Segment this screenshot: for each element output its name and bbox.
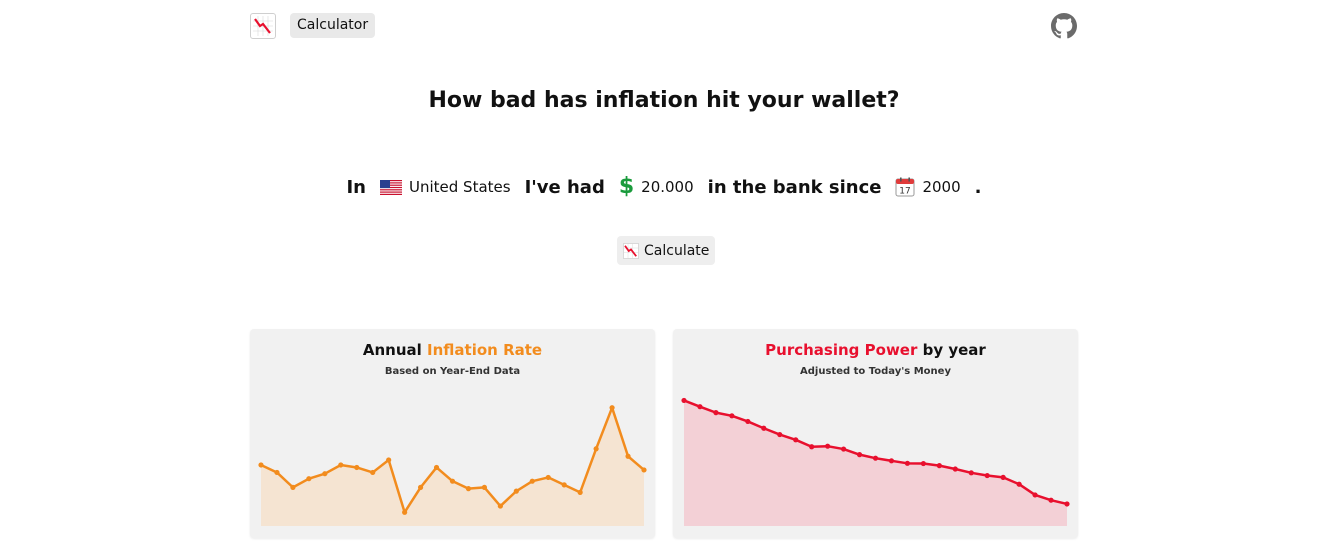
- inflation-point-2016[interactable]: [513, 488, 519, 494]
- inflation-point-2002[interactable]: [290, 484, 296, 490]
- inflation-point-2007[interactable]: [370, 469, 376, 476]
- purchasing-point-2024[interactable]: [1064, 501, 1070, 507]
- dollar-icon: $: [618, 174, 635, 199]
- inflation-point-2010[interactable]: [417, 484, 424, 490]
- purchasing-power-chart: [681, 397, 1070, 526]
- purchasing-point-2012[interactable]: [872, 455, 879, 461]
- purchasing-point-2005[interactable]: [761, 425, 767, 431]
- purchasing-point-2006[interactable]: [777, 431, 783, 438]
- us-flag-icon: [380, 179, 402, 195]
- chart-decreasing-icon: [623, 242, 639, 259]
- logo-button[interactable]: [250, 13, 276, 39]
- calculate-button[interactable]: Calculate: [617, 236, 716, 265]
- inflation-rate-card: Annual Inflation Rate Based on Year-End …: [250, 329, 655, 538]
- purchasing-point-2013[interactable]: [888, 458, 895, 464]
- inflation-point-2023[interactable]: [625, 453, 631, 459]
- sentence-bank-since: in the bank since: [707, 176, 882, 198]
- purchasing-point-2003[interactable]: [729, 413, 735, 419]
- chart-decreasing-icon: [253, 16, 273, 36]
- purchasing-point-2009[interactable]: [825, 443, 831, 449]
- purchasing-power-card: Purchasing Power by year Adjusted to Tod…: [673, 329, 1078, 538]
- purchasing-point-2016[interactable]: [936, 463, 942, 469]
- sentence-period: .: [974, 176, 982, 198]
- purchasing-point-2019[interactable]: [984, 472, 990, 479]
- inflation-point-2011[interactable]: [433, 464, 440, 471]
- purchasing-point-2022[interactable]: [1032, 492, 1038, 498]
- inflation-point-2013[interactable]: [465, 486, 472, 492]
- inflation-point-2004[interactable]: [322, 471, 328, 477]
- country-select[interactable]: United States: [372, 173, 519, 201]
- purchasing-point-2014[interactable]: [904, 460, 911, 466]
- inflation-point-2000[interactable]: [258, 462, 264, 468]
- sentence-in: In: [346, 176, 366, 198]
- github-link[interactable]: [1051, 13, 1077, 39]
- inflation-point-2005[interactable]: [338, 462, 344, 468]
- inflation-point-2003[interactable]: [306, 476, 312, 482]
- inflation-point-2018[interactable]: [545, 474, 551, 481]
- inflation-point-2012[interactable]: [449, 478, 456, 484]
- year-select[interactable]: 17 2000: [887, 173, 968, 201]
- inflation-point-2006[interactable]: [354, 464, 360, 471]
- purchasing-point-2010[interactable]: [840, 446, 847, 452]
- purchasing-point-2004[interactable]: [745, 418, 751, 425]
- country-value: United States: [409, 178, 511, 196]
- page-title: How bad has inflation hit your wallet?: [428, 88, 900, 113]
- inflation-point-2021[interactable]: [593, 446, 599, 452]
- calendar-icon: 17: [895, 177, 915, 197]
- purchasing-point-2023[interactable]: [1048, 497, 1054, 503]
- purchasing-point-2002[interactable]: [713, 410, 719, 416]
- inflation-point-2022[interactable]: [609, 405, 615, 411]
- purchasing-point-2000[interactable]: [681, 397, 687, 404]
- calculate-label: Calculate: [644, 242, 710, 259]
- year-value: 2000: [922, 178, 961, 196]
- inflation-point-2009[interactable]: [402, 509, 408, 515]
- inflation-point-2020[interactable]: [577, 489, 583, 495]
- inflation-point-2017[interactable]: [529, 478, 535, 484]
- purchasing-point-2001[interactable]: [697, 404, 703, 410]
- nav-calculator-link[interactable]: Calculator: [290, 13, 376, 38]
- purchasing-point-2017[interactable]: [952, 466, 958, 472]
- amount-value: 20.000: [641, 178, 694, 196]
- inflation-point-2014[interactable]: [481, 484, 488, 490]
- inflation-point-2001[interactable]: [274, 469, 280, 476]
- inflation-rate-chart: [258, 405, 647, 526]
- purchasing-point-2011[interactable]: [856, 452, 863, 458]
- inflation-area: [261, 407, 644, 526]
- purchasing-point-2015[interactable]: [920, 460, 926, 467]
- inflation-sentence: In United States I've had $ 20.000 in th…: [0, 172, 1328, 202]
- purchasing-point-2008[interactable]: [809, 444, 815, 450]
- purchasing-point-2018[interactable]: [968, 470, 974, 476]
- github-icon: [1051, 13, 1077, 39]
- purchasing-point-2007[interactable]: [793, 437, 799, 443]
- purchasing-point-2020[interactable]: [1000, 474, 1006, 480]
- sentence-had: I've had: [524, 176, 605, 198]
- inflation-point-2024[interactable]: [641, 467, 647, 473]
- amount-input[interactable]: $ 20.000: [611, 173, 702, 201]
- inflation-point-2019[interactable]: [561, 482, 567, 488]
- inflation-point-2008[interactable]: [386, 457, 392, 463]
- inflation-point-2015[interactable]: [497, 503, 503, 509]
- purchasing-point-2021[interactable]: [1016, 481, 1022, 487]
- calendar-day: 17: [900, 187, 911, 197]
